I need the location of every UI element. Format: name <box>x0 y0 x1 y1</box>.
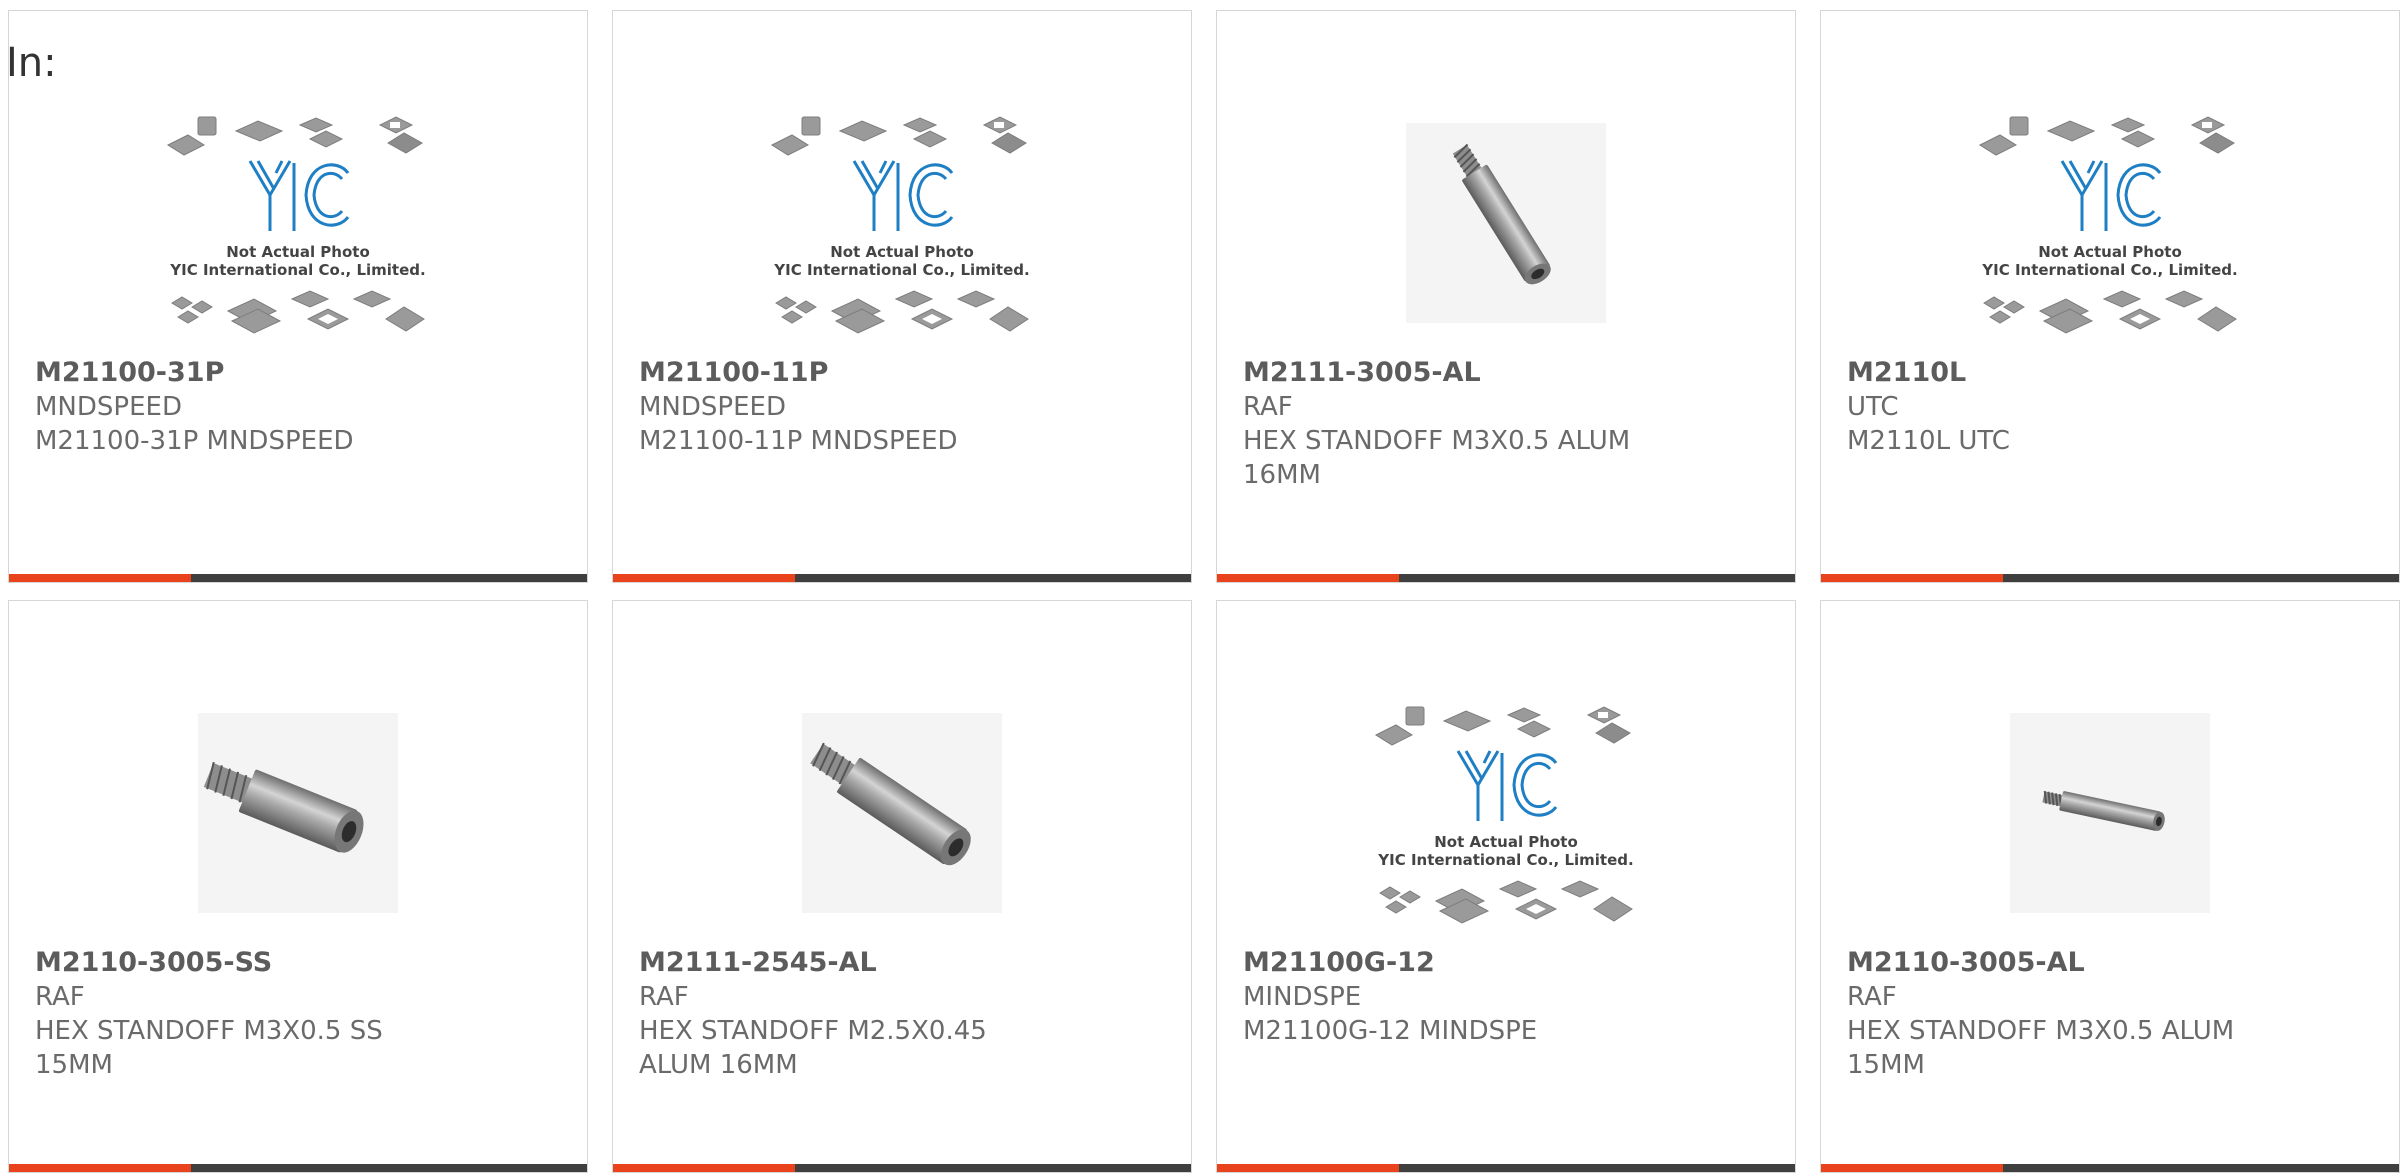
product-image[interactable] <box>1970 693 2250 953</box>
description: M2110L UTC <box>1847 426 2010 456</box>
manufacturer: RAF <box>35 982 85 1012</box>
part-number-link[interactable]: M2110-3005-AL <box>1847 946 2379 980</box>
product-info: M21100-31P MNDSPEED M21100-31P MNDSPEED <box>35 356 567 458</box>
watermark-line-2: YIC International Co., Limited. <box>1377 851 1633 869</box>
product-card[interactable]: M2111-3005-AL RAF HEX STANDOFF M3X0.5 AL… <box>1216 10 1796 583</box>
product-image[interactable] <box>158 693 438 953</box>
watermark-line-2: YIC International Co., Limited. <box>169 261 425 279</box>
product-image[interactable] <box>762 693 1042 953</box>
watermark-line-1: Not Actual Photo <box>830 243 974 261</box>
in-label: In: <box>6 40 57 86</box>
card-bottom-bar <box>613 1164 1191 1172</box>
product-image[interactable]: Not Actual Photo YIC International Co., … <box>1366 693 1646 953</box>
product-info: M2110L UTC M2110L UTC <box>1847 356 2379 458</box>
manufacturer: RAF <box>1243 392 1293 422</box>
card-accent-bar <box>1821 574 2003 582</box>
manufacturer: MNDSPEED <box>35 392 182 422</box>
product-image[interactable] <box>1366 103 1646 363</box>
manufacturer: RAF <box>1847 982 1897 1012</box>
product-image[interactable]: Not Actual Photo YIC International Co., … <box>1970 103 2250 363</box>
part-number-link[interactable]: M21100-11P <box>639 356 1171 390</box>
product-grid: Not Actual Photo YIC International Co., … <box>0 0 2400 1173</box>
card-accent-bar <box>613 1164 795 1172</box>
description: HEX STANDOFF M3X0.5 ALUM 15MM <box>1847 1016 2235 1080</box>
manufacturer: MINDSPE <box>1243 982 1362 1012</box>
card-bottom-bar <box>1217 1164 1795 1172</box>
description: HEX STANDOFF M2.5X0.45 ALUM 16MM <box>639 1016 987 1080</box>
product-info: M21100-11P MNDSPEED M21100-11P MNDSPEED <box>639 356 1171 458</box>
product-card[interactable]: Not Actual Photo YIC International Co., … <box>8 10 588 583</box>
product-info: M21100G-12 MINDSPE M21100G-12 MINDSPE <box>1243 946 1775 1048</box>
watermark-line-1: Not Actual Photo <box>226 243 370 261</box>
card-bottom-bar <box>1217 574 1795 582</box>
part-number-link[interactable]: M21100-31P <box>35 356 567 390</box>
product-info: M2111-3005-AL RAF HEX STANDOFF M3X0.5 AL… <box>1243 356 1775 492</box>
card-accent-bar <box>1821 1164 2003 1172</box>
card-bottom-bar <box>613 574 1191 582</box>
card-bottom-bar <box>9 1164 587 1172</box>
card-accent-bar <box>1217 574 1399 582</box>
part-number-link[interactable]: M2111-3005-AL <box>1243 356 1775 390</box>
product-card[interactable]: Not Actual Photo YIC International Co., … <box>612 10 1192 583</box>
part-number-link[interactable]: M2110L <box>1847 356 2379 390</box>
product-info: M2110-3005-SS RAF HEX STANDOFF M3X0.5 SS… <box>35 946 567 1082</box>
watermark-line-2: YIC International Co., Limited. <box>1981 261 2237 279</box>
card-accent-bar <box>9 574 191 582</box>
product-card[interactable]: Not Actual Photo YIC International Co., … <box>1216 600 1796 1173</box>
manufacturer: UTC <box>1847 392 1899 422</box>
card-accent-bar <box>1217 1164 1399 1172</box>
product-image[interactable]: Not Actual Photo YIC International Co., … <box>762 103 1042 363</box>
description: M21100G-12 MINDSPE <box>1243 1016 1538 1046</box>
manufacturer: RAF <box>639 982 689 1012</box>
description: M21100-31P MNDSPEED <box>35 426 354 456</box>
watermark-line-1: Not Actual Photo <box>2038 243 2182 261</box>
product-card[interactable]: M2110-3005-AL RAF HEX STANDOFF M3X0.5 AL… <box>1820 600 2400 1173</box>
card-accent-bar <box>9 1164 191 1172</box>
card-accent-bar <box>613 574 795 582</box>
watermark-line-2: YIC International Co., Limited. <box>773 261 1029 279</box>
manufacturer: MNDSPEED <box>639 392 786 422</box>
product-info: M2110-3005-AL RAF HEX STANDOFF M3X0.5 AL… <box>1847 946 2379 1082</box>
part-number-link[interactable]: M21100G-12 <box>1243 946 1775 980</box>
watermark-line-1: Not Actual Photo <box>1434 833 1578 851</box>
part-number-link[interactable]: M2111-2545-AL <box>639 946 1171 980</box>
description: M21100-11P MNDSPEED <box>639 426 958 456</box>
product-info: M2111-2545-AL RAF HEX STANDOFF M2.5X0.45… <box>639 946 1171 1082</box>
card-bottom-bar <box>1821 574 2399 582</box>
card-bottom-bar <box>9 574 587 582</box>
product-card[interactable]: M2110-3005-SS RAF HEX STANDOFF M3X0.5 SS… <box>8 600 588 1173</box>
part-number-link[interactable]: M2110-3005-SS <box>35 946 567 980</box>
description: HEX STANDOFF M3X0.5 ALUM 16MM <box>1243 426 1631 490</box>
description: HEX STANDOFF M3X0.5 SS 15MM <box>35 1016 383 1080</box>
product-card[interactable]: M2111-2545-AL RAF HEX STANDOFF M2.5X0.45… <box>612 600 1192 1173</box>
product-card[interactable]: Not Actual Photo YIC International Co., … <box>1820 10 2400 583</box>
card-bottom-bar <box>1821 1164 2399 1172</box>
product-image[interactable]: Not Actual Photo YIC International Co., … <box>158 103 438 363</box>
